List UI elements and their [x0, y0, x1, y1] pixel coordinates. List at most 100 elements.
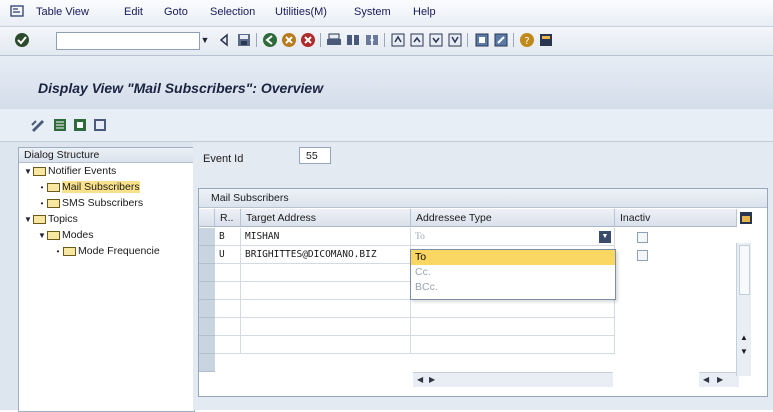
menu-selection[interactable]: Selection: [210, 6, 255, 18]
empty-cell[interactable]: [241, 282, 411, 300]
empty-cell[interactable]: [411, 300, 615, 318]
menu-table-view[interactable]: Table View: [36, 6, 89, 18]
vertical-scrollbar[interactable]: ▲ ▼: [736, 243, 751, 376]
table-title: Mail Subscribers: [199, 189, 767, 208]
dialog-structure-panel: Dialog Structure ▼ Notifier Events • Mail …: [18, 147, 195, 412]
previous-page-icon[interactable]: [409, 32, 425, 48]
menu-help[interactable]: Help: [413, 6, 436, 18]
find-next-icon[interactable]: [364, 32, 380, 48]
scroll-right-icon[interactable]: ▶: [717, 373, 723, 387]
exit-icon[interactable]: [281, 32, 297, 48]
tree-node-modes[interactable]: ▼ Modes: [37, 228, 93, 243]
expanded-toggle-icon[interactable]: ▼: [37, 229, 47, 243]
empty-cell[interactable]: [241, 300, 411, 318]
save-icon[interactable]: [236, 32, 252, 48]
column-header-r[interactable]: R..: [215, 209, 241, 227]
menu-edit[interactable]: Edit: [124, 6, 143, 18]
row-selector[interactable]: [199, 300, 215, 318]
row-selector[interactable]: [199, 282, 215, 300]
new-session-icon[interactable]: [474, 32, 490, 48]
command-field[interactable]: [56, 32, 200, 50]
display-change-icon[interactable]: [30, 117, 46, 133]
svg-text:?: ?: [524, 36, 529, 47]
toolbar-separator: [384, 33, 385, 47]
row-selector[interactable]: [199, 246, 215, 264]
horizontal-scrollbar-right[interactable]: ◀ ▶: [699, 372, 739, 387]
row-selector[interactable]: [199, 318, 215, 336]
print-icon[interactable]: [326, 32, 342, 48]
menu-system[interactable]: System: [354, 6, 391, 18]
empty-cell[interactable]: [215, 282, 241, 300]
folder-icon: [33, 166, 46, 176]
scroll-left-icon[interactable]: ◀: [417, 373, 423, 387]
tree-node-mail-subscribers[interactable]: • Mail Subscribers: [37, 180, 140, 194]
inactive-checkbox[interactable]: [637, 232, 648, 243]
expanded-toggle-icon[interactable]: ▼: [23, 165, 33, 179]
menu-icon[interactable]: [10, 5, 24, 17]
option-bcc[interactable]: BCc.: [411, 280, 615, 295]
empty-cell[interactable]: [215, 318, 241, 336]
cell-target-address[interactable]: BRIGHITTES@DICOMANO.BIZ: [241, 246, 411, 264]
menu-utilities[interactable]: Utilities(M): [275, 6, 327, 18]
row-selector[interactable]: [199, 264, 215, 282]
first-page-icon[interactable]: [390, 32, 406, 48]
empty-cell[interactable]: [411, 336, 615, 354]
enter-check-icon[interactable]: [14, 32, 30, 48]
select-all-column-header[interactable]: [199, 209, 215, 227]
column-settings-icon[interactable]: [739, 211, 753, 225]
empty-cell[interactable]: [241, 264, 411, 282]
scroll-down-icon[interactable]: ▼: [740, 347, 748, 356]
tree-node-mode-frequencie[interactable]: • Mode Frequencie: [53, 244, 160, 258]
row-selector[interactable]: [199, 336, 215, 354]
cell-r[interactable]: U: [215, 246, 241, 264]
expanded-toggle-icon[interactable]: ▼: [23, 213, 33, 227]
toolbar-separator: [256, 33, 257, 47]
scroll-thumb[interactable]: [739, 245, 750, 295]
row-selector[interactable]: [199, 228, 215, 246]
inactive-checkbox[interactable]: [637, 250, 648, 261]
select-block-icon[interactable]: [72, 117, 88, 133]
cell-target-address[interactable]: MISHAN: [241, 228, 411, 246]
tree-node-notifier-events[interactable]: ▼ Notifier Events: [23, 164, 116, 178]
bullet-icon: •: [56, 247, 60, 256]
event-id-field[interactable]: 55: [299, 147, 331, 164]
next-page-icon[interactable]: [428, 32, 444, 48]
scroll-up-icon[interactable]: ▲: [740, 333, 748, 342]
row-selector[interactable]: [199, 354, 215, 372]
find-icon[interactable]: [345, 32, 361, 48]
scroll-right-icon[interactable]: ▶: [429, 373, 435, 387]
tree-node-sms-subscribers[interactable]: • SMS Subscribers: [37, 196, 144, 210]
help-icon[interactable]: ?: [519, 32, 535, 48]
toolbar-separator: [513, 33, 514, 47]
option-to[interactable]: To: [411, 250, 615, 265]
cell-r[interactable]: B: [215, 228, 241, 246]
option-cc[interactable]: Cc.: [411, 265, 615, 280]
back-icon[interactable]: [262, 32, 278, 48]
empty-cell[interactable]: [215, 300, 241, 318]
deselect-all-icon[interactable]: [92, 117, 108, 133]
empty-cell[interactable]: [241, 336, 411, 354]
shortcut-icon[interactable]: [493, 32, 509, 48]
empty-cell[interactable]: [215, 336, 241, 354]
select-all-icon[interactable]: [52, 117, 68, 133]
empty-cell[interactable]: [215, 264, 241, 282]
cancel-icon[interactable]: [300, 32, 316, 48]
column-header-target-address[interactable]: Target Address: [241, 209, 411, 227]
toolbar-separator: [467, 33, 468, 47]
tree-node-topics[interactable]: ▼ Topics: [23, 212, 78, 226]
scroll-left-icon[interactable]: ◀: [703, 373, 709, 387]
layout-icon[interactable]: [538, 32, 554, 48]
column-header-inactive[interactable]: Inactiv: [615, 209, 737, 227]
empty-cell[interactable]: [241, 318, 411, 336]
empty-cell[interactable]: [411, 318, 615, 336]
dropdown-arrow-icon[interactable]: ▼: [599, 231, 611, 243]
cell-addressee-type[interactable]: To: [411, 228, 615, 246]
folder-icon: [47, 230, 60, 240]
command-history-icon[interactable]: ▼: [200, 32, 210, 48]
back-arrow-icon[interactable]: [216, 32, 232, 48]
last-page-icon[interactable]: [447, 32, 463, 48]
menu-goto[interactable]: Goto: [164, 6, 188, 18]
horizontal-scrollbar[interactable]: ◀ ▶: [413, 372, 613, 387]
application-toolbar: [0, 109, 773, 142]
column-header-addressee-type[interactable]: Addressee Type: [411, 209, 615, 227]
